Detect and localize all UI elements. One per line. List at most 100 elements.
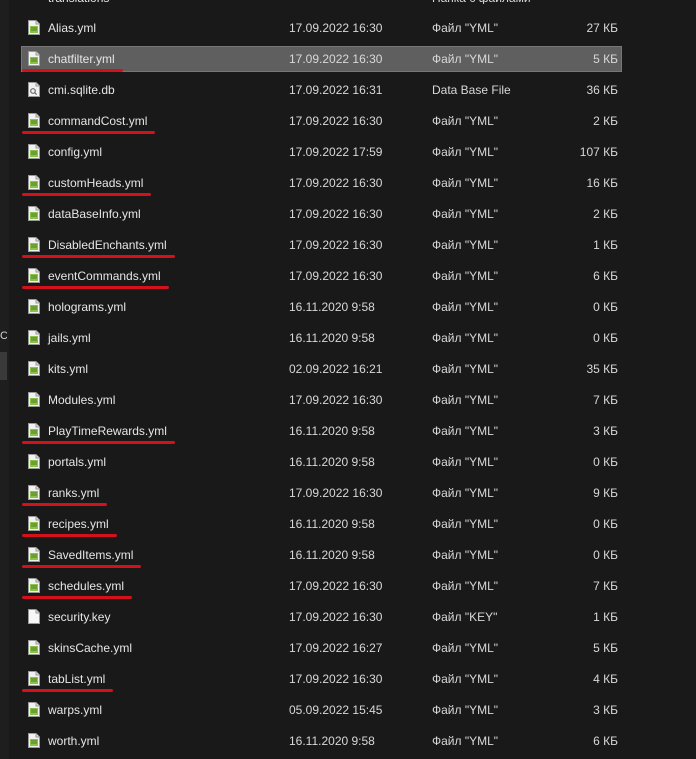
yml-file-icon — [28, 578, 40, 593]
file-size: 6 КБ — [593, 269, 618, 283]
file-row-modules-yml[interactable]: Modules.yml 17.09.2022 16:30 Файл "YML" … — [22, 388, 621, 412]
red-underline-annotation — [22, 565, 141, 568]
file-size: 27 КБ — [586, 21, 618, 35]
file-name: Alias.yml — [48, 21, 97, 35]
file-size: 0 КБ — [593, 300, 618, 314]
red-underline-annotation — [22, 286, 169, 289]
yml-file-icon — [28, 733, 40, 748]
file-date: 17.09.2022 16:30 — [289, 176, 383, 190]
file-date: 16.11.2020 9:58 — [289, 331, 375, 345]
file-row-databaseinfo-yml[interactable]: dataBaseInfo.yml 17.09.2022 16:30 Файл "… — [22, 202, 621, 226]
file-name: config.yml — [48, 145, 103, 159]
yml-file-icon — [28, 299, 40, 314]
file-row-recipes-yml[interactable]: recipes.yml 16.11.2020 9:58 Файл "YML" 0… — [22, 512, 621, 536]
file-type: Файл "YML" — [432, 300, 499, 314]
file-date: 17.09.2022 16:30 — [289, 393, 383, 407]
blank-file-icon — [28, 609, 40, 624]
file-date: 16.11.2020 9:58 — [289, 424, 375, 438]
yml-file-icon — [28, 175, 40, 190]
file-name: ranks.yml — [48, 486, 100, 500]
file-row-security-key[interactable]: security.key 17.09.2022 16:30 Файл "KEY"… — [22, 605, 621, 629]
file-row-warps-yml[interactable]: warps.yml 05.09.2022 15:45 Файл "YML" 3 … — [22, 698, 621, 722]
red-underline-annotation — [22, 441, 175, 444]
file-type: Файл "YML" — [432, 424, 499, 438]
file-type: Файл "YML" — [432, 145, 499, 159]
file-row-holograms-yml[interactable]: holograms.yml 16.11.2020 9:58 Файл "YML"… — [22, 295, 621, 319]
yml-file-icon — [28, 640, 40, 655]
file-date: 17.09.2022 16:30 — [289, 21, 383, 35]
file-type: Файл "YML" — [432, 579, 499, 593]
red-underline-annotation — [22, 69, 123, 72]
red-underline-annotation — [22, 193, 151, 196]
yml-file-icon — [28, 423, 40, 438]
file-row-ranks-yml[interactable]: ranks.yml 17.09.2022 16:30 Файл "YML" 9 … — [22, 481, 621, 505]
file-name: portals.yml — [48, 455, 107, 469]
file-date: 17.09.2022 16:30 — [289, 486, 383, 500]
file-row-saveditems-yml[interactable]: SavedItems.yml 16.11.2020 9:58 Файл "YML… — [22, 543, 621, 567]
file-size: 3 КБ — [593, 703, 618, 717]
yml-file-icon — [28, 454, 40, 469]
file-row-tablist-yml[interactable]: tabList.yml 17.09.2022 16:30 Файл "YML" … — [22, 667, 621, 691]
file-name: holograms.yml — [48, 300, 127, 314]
file-type: Файл "YML" — [432, 734, 499, 748]
file-type: Файл "YML" — [432, 176, 499, 190]
file-row-disabledenchants-yml[interactable]: DisabledEnchants.yml 17.09.2022 16:30 Фа… — [22, 233, 621, 257]
file-date: 17.09.2022 16:30 — [289, 269, 383, 283]
file-row-chatfilter-yml[interactable]: chatfilter.yml 17.09.2022 16:30 Файл "YM… — [21, 46, 622, 72]
yml-file-icon — [28, 392, 40, 407]
file-size: 107 КБ — [579, 145, 618, 159]
yml-file-icon — [28, 671, 40, 686]
file-date: 17.09.2022 16:30 — [289, 579, 383, 593]
yml-file-icon — [28, 516, 40, 531]
file-size: 3 КБ — [593, 424, 618, 438]
file-name: chatfilter.yml — [48, 52, 115, 66]
file-row-commandcost-yml[interactable]: commandCost.yml 17.09.2022 16:30 Файл "Y… — [22, 109, 621, 133]
file-row-worth-yml[interactable]: worth.yml 16.11.2020 9:58 Файл "YML" 6 К… — [22, 729, 621, 753]
file-row-portals-yml[interactable]: portals.yml 16.11.2020 9:58 Файл "YML" 0… — [22, 450, 621, 474]
file-row-kits-yml[interactable]: kits.yml 02.09.2022 16:21 Файл "YML" 35 … — [22, 357, 621, 381]
file-size: 6 КБ — [593, 734, 618, 748]
yml-file-icon — [28, 206, 40, 221]
file-type: Data Base File — [432, 83, 511, 97]
file-type: Файл "YML" — [432, 114, 499, 128]
file-type: Файл "YML" — [432, 548, 499, 562]
file-row-cmi-sqlite-db[interactable]: cmi.sqlite.db 17.09.2022 16:31 Data Base… — [22, 78, 621, 102]
file-type: Файл "YML" — [432, 269, 499, 283]
file-row-eventcommands-yml[interactable]: eventCommands.yml 17.09.2022 16:30 Файл … — [22, 264, 621, 288]
file-date: 16.11.2020 9:58 — [289, 300, 375, 314]
yml-file-icon — [28, 144, 40, 159]
file-type: Файл "YML" — [432, 703, 499, 717]
file-date: 17.09.2022 16:31 — [289, 83, 383, 97]
file-type: Файл "YML" — [432, 331, 499, 345]
file-row-config-yml[interactable]: config.yml 17.09.2022 17:59 Файл "YML" 1… — [22, 140, 621, 164]
file-size: 5 КБ — [593, 52, 618, 66]
red-underline-annotation — [22, 596, 132, 599]
file-date: 16.11.2020 9:58 — [289, 517, 375, 531]
file-name: eventCommands.yml — [48, 269, 161, 283]
file-name: jails.yml — [48, 331, 91, 345]
file-list: Alias.yml 17.09.2022 16:30 Файл "YML" 27… — [0, 0, 696, 759]
file-type: Файл "YML" — [432, 207, 499, 221]
file-row-playtimerewards-yml[interactable]: PlayTimeRewards.yml 16.11.2020 9:58 Файл… — [22, 419, 621, 443]
file-size: 5 КБ — [593, 641, 618, 655]
file-name: recipes.yml — [48, 517, 109, 531]
red-underline-annotation — [22, 255, 175, 258]
yml-file-icon — [28, 547, 40, 562]
file-name: security.key — [48, 610, 111, 624]
file-name: PlayTimeRewards.yml — [48, 424, 167, 438]
file-type: Файл "YML" — [432, 672, 499, 686]
file-row-jails-yml[interactable]: jails.yml 16.11.2020 9:58 Файл "YML" 0 К… — [22, 326, 621, 350]
red-underline-annotation — [22, 534, 117, 537]
file-date: 17.09.2022 16:27 — [289, 641, 383, 655]
file-type: Файл "YML" — [432, 52, 499, 66]
file-date: 17.09.2022 17:59 — [289, 145, 383, 159]
file-type: Файл "YML" — [432, 393, 499, 407]
file-date: 17.09.2022 16:30 — [289, 114, 383, 128]
file-name: warps.yml — [48, 703, 103, 717]
file-date: 02.09.2022 16:21 — [289, 362, 383, 376]
file-row-customheads-yml[interactable]: customHeads.yml 17.09.2022 16:30 Файл "Y… — [22, 171, 621, 195]
file-row-schedules-yml[interactable]: schedules.yml 17.09.2022 16:30 Файл "YML… — [22, 574, 621, 598]
file-row-skinscache-yml[interactable]: skinsCache.yml 17.09.2022 16:27 Файл "YM… — [22, 636, 621, 660]
file-size: 2 КБ — [593, 207, 618, 221]
file-row-alias-yml[interactable]: Alias.yml 17.09.2022 16:30 Файл "YML" 27… — [22, 16, 621, 40]
